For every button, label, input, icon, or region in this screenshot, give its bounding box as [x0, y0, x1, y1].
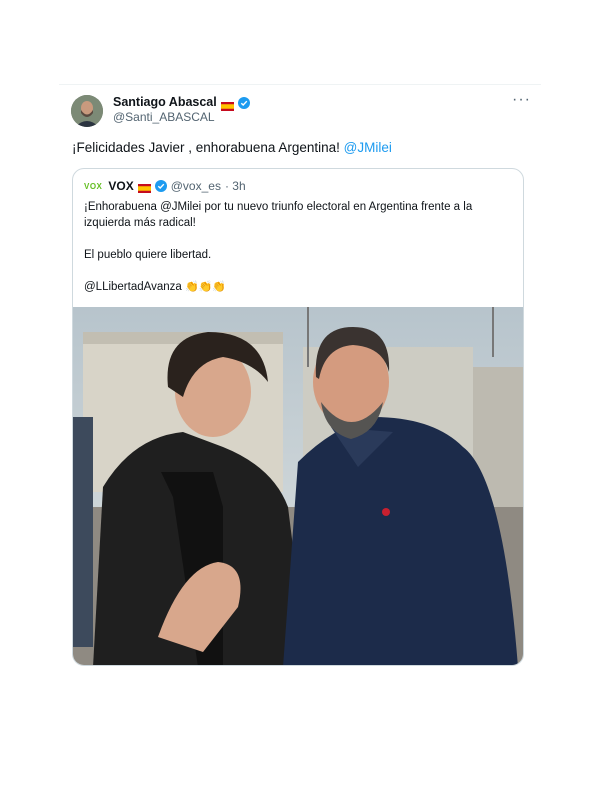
quote-mention: @LLibertadAvanza: [84, 281, 182, 293]
author-name[interactable]: Santiago Abascal: [113, 95, 217, 109]
tweet-text: ¡Felicidades Javier , enhorabuena Argent…: [72, 140, 392, 155]
quote-line-3: @LLibertadAvanza 👏👏👏: [84, 279, 514, 295]
mention-link[interactable]: @JMilei: [344, 140, 392, 155]
vox-logo-icon: VOX: [84, 181, 103, 191]
avatar[interactable]: [71, 95, 103, 127]
spain-flag-icon: [220, 98, 234, 111]
quote-timestamp[interactable]: · 3h: [225, 179, 246, 193]
quote-line-2: El pueblo quiere libertad.: [84, 249, 212, 261]
quote-photo[interactable]: [73, 307, 523, 665]
quote-text: ¡Enhorabuena @JMilei por tu nuevo triunf…: [84, 199, 514, 311]
quote-author-name[interactable]: VOX: [108, 179, 133, 193]
verified-badge-icon: [154, 180, 167, 192]
quoted-tweet[interactable]: VOX VOX @vox_es · 3h ¡Enhorabuena @JMile…: [72, 168, 524, 666]
tweet[interactable]: Santiago Abascal @Santi_ABASCAL ··· ¡Fel…: [59, 84, 541, 684]
author-handle[interactable]: @Santi_ABASCAL: [113, 110, 215, 124]
spain-flag-icon: [137, 182, 151, 193]
verified-badge-icon: [237, 96, 250, 109]
quote-author-handle[interactable]: @vox_es: [171, 179, 221, 193]
more-options-icon[interactable]: ···: [512, 91, 531, 109]
quote-line-1: ¡Enhorabuena @JMilei por tu nuevo triunf…: [84, 201, 473, 229]
clapping-hands-icon: 👏👏👏: [184, 281, 227, 293]
tweet-body: ¡Felicidades Javier , enhorabuena Argent…: [72, 140, 344, 155]
